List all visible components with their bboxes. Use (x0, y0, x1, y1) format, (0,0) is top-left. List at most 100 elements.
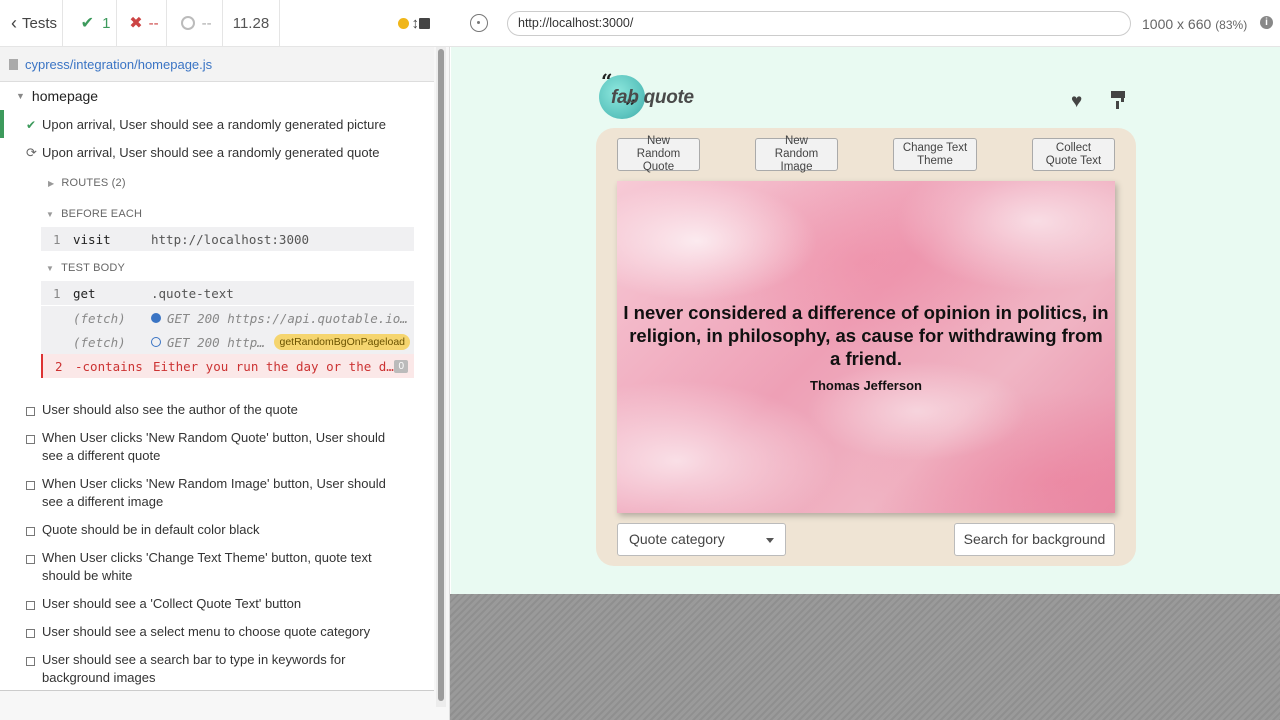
app-under-test: “” fab quote ♥ New Random Quote New Rand… (451, 47, 1280, 594)
empty-circle-icon (151, 337, 161, 347)
caret-down-icon (766, 538, 774, 543)
back-to-tests-button[interactable]: ‹ Tests (0, 0, 63, 46)
test-title: User should see a 'Collect Quote Text' b… (42, 596, 302, 611)
reporter-scrollbar[interactable] (436, 47, 446, 707)
test-title: Upon arrival, User should see a randomly… (42, 117, 386, 132)
command-row[interactable]: (fetch) GET 200 http... getRandomBgOnPag… (41, 330, 414, 354)
new-random-quote-button[interactable]: New Random Quote (617, 135, 700, 173)
checkbox-icon (26, 431, 35, 449)
passed-value: 1 (102, 14, 111, 32)
quote-text: I never considered a difference of opini… (623, 302, 1109, 369)
search-background-button[interactable]: Search for background (954, 523, 1115, 556)
checkbox-icon (26, 477, 35, 495)
refresh-icon: ⟳ (26, 145, 37, 160)
stop-icon[interactable] (419, 17, 430, 29)
test-title: When User clicks 'New Random Image' butt… (42, 476, 386, 509)
auto-scroll-icon[interactable]: ↕ (412, 15, 420, 32)
viewport-info: 1000 x 660 (83%) (1142, 16, 1247, 32)
command-message: .quote-text (151, 285, 234, 301)
x-icon: ✖ (129, 15, 143, 32)
routes-label: ROUTES (2) (61, 177, 126, 189)
test-title: When User clicks 'Change Text Theme' but… (42, 550, 372, 583)
pending-count: -- (167, 0, 224, 46)
caret-down-icon: ▼ (16, 91, 25, 101)
check-icon: ✔ (80, 15, 95, 32)
checkbox-icon (26, 597, 35, 615)
failed-value: -- (148, 14, 159, 32)
checkbox-icon (26, 403, 35, 421)
test-item[interactable]: ✔ Upon arrival, User should see a random… (0, 116, 434, 134)
caret-right-icon: ▶ (48, 178, 55, 188)
paint-roller-icon[interactable] (1111, 91, 1125, 109)
caret-down-icon: ▼ (46, 209, 55, 219)
route-alias-badge: getRandomBgOnPageload (274, 334, 410, 350)
command-name: -contains (75, 358, 143, 374)
scrollbar-thumb[interactable] (438, 49, 444, 701)
suite-homepage[interactable]: ▼ homepage (16, 88, 98, 104)
command-message: GET 200 https://api.quotable.io... (167, 310, 414, 326)
info-icon[interactable]: i (1260, 16, 1273, 29)
command-row[interactable]: 1 get .quote-text (41, 281, 414, 305)
failed-count: ✖ -- (117, 0, 167, 46)
suite-title: homepage (31, 88, 99, 104)
spec-file-link[interactable]: cypress/integration/homepage.js (25, 57, 212, 72)
test-title: User should see a search bar to type in … (42, 652, 346, 685)
duration-value: 11.28 (232, 14, 270, 32)
url-field[interactable]: http://localhost:3000/ (507, 11, 1131, 36)
command-name: (fetch) (73, 334, 126, 350)
routes-toggle[interactable]: ▶ ROUTES (2) (48, 177, 126, 189)
viewport-size: 1000 x 660 (1142, 16, 1212, 32)
before-each-hook[interactable]: ▼ BEFORE EACH (46, 208, 142, 220)
test-body-hook[interactable]: ▼ TEST BODY (46, 262, 125, 274)
command-number: 2 (55, 358, 63, 374)
background-image: I never considered a difference of opini… (617, 181, 1115, 513)
test-item[interactable]: ⟳ Upon arrival, User should see a random… (0, 144, 434, 162)
app-preview-panel: http://localhost:3000/ 1000 x 660 (83%) … (450, 0, 1280, 720)
caret-down-icon: ▼ (46, 263, 55, 273)
quote-card: New Random Quote New Random Image Change… (596, 128, 1136, 566)
checkbox-icon (26, 653, 35, 671)
check-icon: ✔ (26, 118, 37, 132)
test-body-label: TEST BODY (61, 262, 126, 274)
checkbox-icon (26, 625, 35, 643)
reporter-divider (0, 690, 434, 691)
spec-file-bar: cypress/integration/homepage.js (0, 47, 434, 82)
logo-text: fab quote (611, 87, 694, 108)
element-count-badge: 0 (394, 359, 408, 373)
test-title: Upon arrival, User should see a randomly… (42, 145, 380, 160)
checkbox-icon (26, 551, 35, 569)
command-row-error[interactable]: 2 -contains Either you run the day or th… (41, 354, 414, 378)
command-name: get (73, 285, 96, 301)
runner-header: ‹ Tests ✔ 1 ✖ -- -- 11.28 ↕ (0, 0, 450, 47)
heart-icon[interactable]: ♥ (1071, 91, 1082, 113)
command-name: visit (73, 231, 111, 247)
selector-playground-icon[interactable] (470, 14, 488, 32)
runner-controls: ↕ (280, 0, 451, 46)
new-random-image-button[interactable]: New Random Image (755, 135, 838, 173)
command-row[interactable]: 1 visit http://localhost:3000 (41, 227, 414, 251)
change-text-theme-button[interactable]: Change Text Theme (893, 138, 977, 171)
circle-notch-icon (180, 16, 195, 30)
command-message: GET 200 http... (167, 334, 268, 350)
passed-count: ✔ 1 (63, 0, 118, 46)
quote-author: Thomas Jefferson (810, 378, 922, 393)
quote-category-select[interactable]: Quote category (617, 523, 786, 556)
before-each-label: BEFORE EACH (61, 208, 143, 220)
chevron-left-icon: ‹ (11, 12, 17, 33)
test-title: When User clicks 'New Random Quote' butt… (42, 430, 386, 463)
viewport-scale: (83%) (1215, 18, 1248, 32)
test-title: User should also see the author of the q… (42, 402, 298, 417)
duration: 11.28 (223, 0, 280, 46)
command-number: 1 (53, 285, 61, 301)
reporter: ▼ homepage ✔ Upon arrival, User should s… (0, 82, 434, 690)
cypress-runner-panel: ‹ Tests ✔ 1 ✖ -- -- 11.28 ↕ cypress/inte… (0, 0, 450, 720)
command-row[interactable]: (fetch) GET 200 https://api.quotable.io.… (41, 306, 414, 330)
file-icon (9, 58, 18, 70)
aut-header: http://localhost:3000/ 1000 x 660 (83%) … (450, 0, 1280, 47)
collect-quote-text-button[interactable]: Collect Quote Text (1032, 138, 1115, 171)
command-message: http://localhost:3000 (151, 231, 310, 247)
command-number: 1 (53, 231, 61, 247)
command-message: Either you run the day or the da... (153, 358, 395, 374)
pending-value: -- (201, 14, 212, 32)
test-title: Quote should be in default color black (42, 522, 260, 537)
